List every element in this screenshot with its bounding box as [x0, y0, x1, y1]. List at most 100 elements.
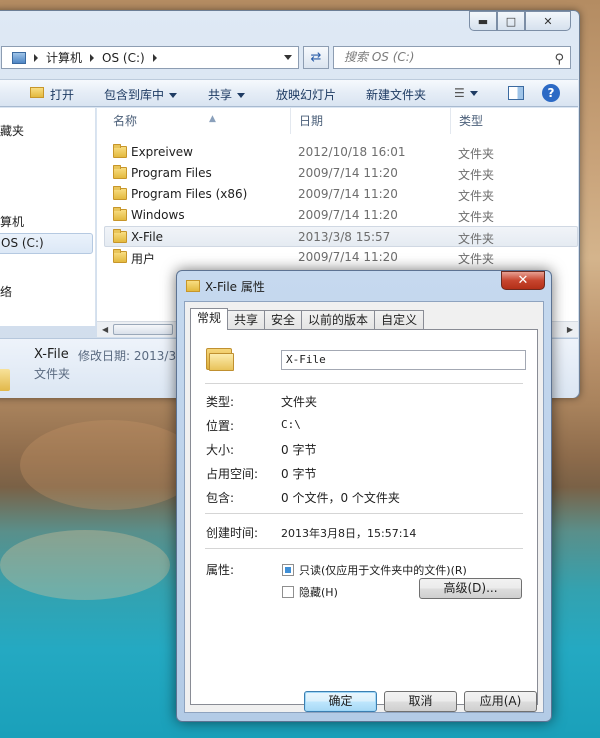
minimize-button[interactable]: ▬ — [469, 11, 497, 31]
size-value: 0 字节 — [281, 443, 317, 457]
type-value: 文件夹 — [281, 395, 318, 409]
nav-network[interactable]: 络 — [0, 283, 12, 300]
folder-name-input[interactable]: X-File — [281, 350, 526, 370]
nav-favorites[interactable]: 藏夹 — [0, 122, 24, 139]
breadcrumb-drive[interactable]: OS (C:) — [102, 51, 145, 65]
file-row-x-file[interactable]: X-File 2013/3/8 15:57 文件夹 — [104, 226, 578, 247]
file-name: Program Files — [131, 166, 212, 180]
folder-icon — [206, 344, 234, 372]
chevron-down-icon — [237, 93, 246, 98]
file-type: 文件夹 — [458, 189, 495, 203]
divider — [205, 548, 523, 549]
folder-icon — [0, 369, 10, 391]
nav-drive-c[interactable]: OS (C:) — [0, 233, 93, 254]
slideshow-button[interactable]: 放映幻灯片 — [276, 86, 336, 103]
folder-icon — [186, 280, 200, 292]
contains-value: 0 个文件，0 个文件夹 — [281, 491, 400, 505]
preview-pane-button[interactable] — [508, 86, 524, 100]
general-tab-panel: X-File 类型: 文件夹 位置: C:\ 大小: 0 字节 占用空间: 0 … — [190, 329, 538, 705]
address-bar[interactable]: 计算机 OS (C:) — [1, 46, 299, 69]
column-header-type[interactable]: 类型 — [451, 108, 581, 134]
file-name: Windows — [131, 208, 185, 222]
file-row-users[interactable]: 用户 2009/7/14 11:20 文件夹 — [105, 247, 578, 268]
size-on-disk-value: 0 字节 — [281, 467, 317, 481]
view-options-button[interactable]: ☰ — [454, 86, 478, 100]
readonly-label[interactable]: 只读(仅应用于文件夹中的文件)(R) — [299, 562, 467, 578]
include-library-button[interactable]: 包含到库中 — [104, 86, 178, 103]
apply-button[interactable]: 应用(A) — [464, 691, 537, 712]
close-button[interactable]: ✕ — [525, 11, 571, 31]
file-name: 用户 — [131, 252, 156, 266]
contains-label: 包含: — [206, 491, 235, 505]
share-button[interactable]: 共享 — [208, 86, 246, 103]
readonly-checkbox[interactable] — [282, 564, 294, 576]
file-date: 2012/10/18 16:01 — [298, 145, 406, 159]
scroll-right-icon[interactable]: ▶ — [567, 322, 573, 338]
attributes-label: 属性: — [206, 563, 235, 577]
scrollbar-thumb[interactable] — [113, 324, 173, 335]
tab-strip: 常规 共享 安全 以前的版本 自定义 — [190, 308, 425, 330]
hidden-checkbox[interactable] — [282, 586, 294, 598]
file-name: X-File — [131, 230, 164, 244]
open-folder-icon — [30, 87, 44, 98]
folder-icon — [113, 249, 127, 263]
tab-general[interactable]: 常规 — [190, 308, 229, 330]
created-value: 2013年3月8日，15:57:14 — [281, 527, 417, 540]
search-icon: ⚲ — [554, 52, 564, 67]
folder-icon — [113, 207, 127, 221]
details-name: X-File — [34, 347, 69, 362]
created-label: 创建时间: — [206, 526, 259, 540]
file-row-program-files-x86[interactable]: Program Files (x86) 2009/7/14 11:20 文件夹 — [105, 184, 578, 205]
file-type: 文件夹 — [458, 210, 495, 224]
help-icon[interactable]: ? — [542, 84, 560, 102]
hidden-label[interactable]: 隐藏(H) — [299, 584, 338, 600]
nav-computer[interactable]: 算机 — [0, 213, 24, 230]
desktop-background-detail — [0, 530, 170, 600]
column-name-label: 名称 — [113, 114, 138, 128]
search-input[interactable]: 搜索 OS (C:) ⚲ — [333, 46, 571, 69]
address-row: 计算机 OS (C:) ⇄ 搜索 OS (C:) ⚲ — [0, 44, 579, 72]
breadcrumb-separator-icon — [90, 53, 95, 62]
dialog-title: X-File 属性 — [205, 280, 265, 294]
file-date: 2009/7/14 11:20 — [298, 187, 398, 201]
maximize-icon: □ — [505, 14, 517, 28]
navigation-pane: 藏夹 算机 OS (C:) 络 — [0, 108, 96, 326]
file-type: 文件夹 — [458, 232, 495, 246]
breadcrumb-separator-icon — [152, 53, 157, 62]
type-label: 类型: — [206, 395, 235, 409]
file-name: Program Files (x86) — [131, 187, 248, 201]
file-date: 2013/3/8 15:57 — [298, 230, 391, 244]
tab-security[interactable]: 安全 — [264, 310, 303, 330]
chevron-down-icon — [469, 91, 478, 96]
file-row-program-files[interactable]: Program Files 2009/7/14 11:20 文件夹 — [105, 163, 578, 184]
column-header-name[interactable]: 名称 ▲ — [105, 108, 291, 134]
new-folder-button[interactable]: 新建文件夹 — [366, 86, 426, 103]
file-name: Expreivew — [131, 145, 193, 159]
file-row-windows[interactable]: Windows 2009/7/14 11:20 文件夹 — [105, 205, 578, 226]
scroll-left-icon[interactable]: ◀ — [102, 322, 108, 338]
location-label: 位置: — [206, 419, 235, 433]
divider — [205, 513, 523, 514]
share-label: 共享 — [208, 88, 233, 102]
cancel-button[interactable]: 取消 — [384, 691, 457, 712]
computer-icon — [12, 51, 26, 64]
properties-dialog: X-File 属性 ✕ 常规 共享 安全 以前的版本 自定义 X-File 类型… — [176, 270, 552, 722]
tab-customize[interactable]: 自定义 — [374, 310, 425, 330]
ok-button[interactable]: 确定 — [304, 691, 377, 712]
open-button[interactable]: 打开 — [50, 86, 74, 103]
breadcrumb-computer[interactable]: 计算机 — [46, 49, 82, 66]
size-label: 大小: — [206, 443, 235, 457]
close-icon: ✕ — [543, 14, 553, 28]
dialog-close-button[interactable]: ✕ — [501, 271, 545, 290]
maximize-button[interactable]: □ — [497, 11, 525, 31]
folder-icon — [113, 165, 127, 179]
advanced-button[interactable]: 高级(D)... — [419, 578, 522, 599]
tab-sharing[interactable]: 共享 — [227, 310, 266, 330]
tab-previous-versions[interactable]: 以前的版本 — [301, 310, 376, 330]
refresh-button[interactable]: ⇄ — [303, 46, 329, 69]
column-header-date[interactable]: 日期 — [291, 108, 451, 134]
details-type: 文件夹 — [34, 367, 71, 381]
folder-icon — [113, 186, 127, 200]
address-dropdown-icon[interactable] — [284, 55, 292, 60]
file-row-expreivew[interactable]: Expreivew 2012/10/18 16:01 文件夹 — [105, 142, 578, 163]
